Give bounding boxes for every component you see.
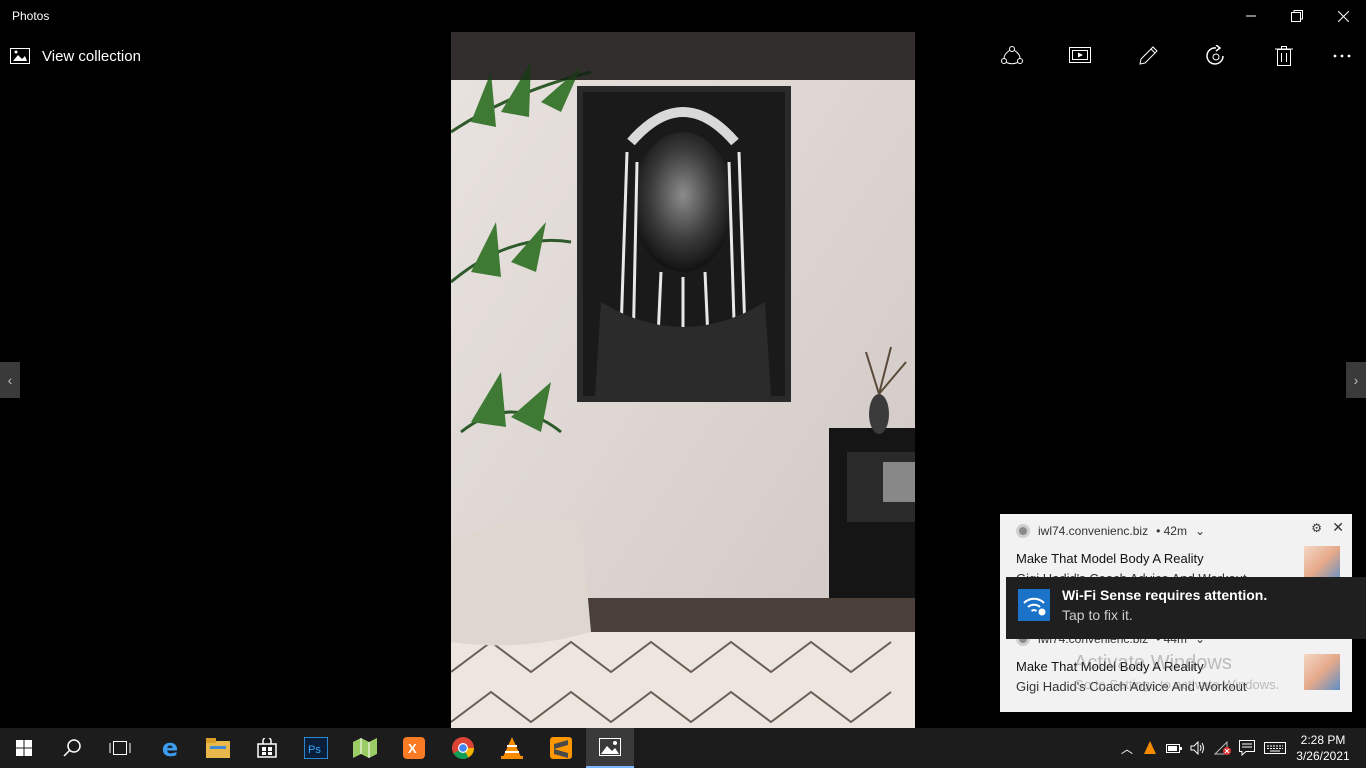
battery-icon (1166, 744, 1182, 753)
network-button[interactable] (1212, 728, 1234, 768)
restore-icon (1291, 10, 1303, 22)
restore-button[interactable] (1274, 0, 1320, 32)
start-icon (16, 740, 32, 756)
view-collection-button[interactable]: View collection (10, 36, 141, 76)
sublime-button[interactable] (537, 728, 585, 768)
store-button[interactable] (243, 728, 291, 768)
vlc-tray-icon (1144, 741, 1156, 754)
edit-button[interactable] (1128, 36, 1168, 76)
rotate-button[interactable] (1196, 36, 1236, 76)
slideshow-button[interactable] (1060, 36, 1100, 76)
more-button[interactable] (1322, 36, 1362, 76)
minimize-icon (1246, 15, 1256, 17)
tray-vlc-button[interactable] (1140, 728, 1160, 768)
delete-icon (1275, 46, 1293, 66)
app-title: Photos (12, 9, 50, 23)
volume-icon (1190, 741, 1204, 755)
wifi-sense-toast[interactable]: Wi-Fi Sense requires attention. Tap to f… (1006, 577, 1366, 639)
share-icon (1001, 46, 1023, 65)
wifi-toast-title: Wi-Fi Sense requires attention. (1062, 587, 1268, 603)
notification-icon (1239, 740, 1255, 756)
minimize-button[interactable] (1228, 0, 1274, 32)
file-explorer-icon (206, 738, 230, 758)
notification-source-row: iwl74.convenienc.biz • 42m ⌄ (1016, 524, 1205, 538)
photos-taskbar-button[interactable] (586, 728, 634, 768)
action-center-button[interactable] (1236, 728, 1258, 768)
task-view-button[interactable] (96, 728, 144, 768)
share-button[interactable] (992, 36, 1032, 76)
sublime-icon (550, 737, 572, 759)
notification-headline: Make That Model Body A Reality (1016, 551, 1204, 566)
notification-source: iwl74.convenienc.biz (1038, 524, 1149, 538)
svg-text:Ps: Ps (308, 744, 321, 756)
more-icon (1333, 54, 1351, 58)
touch-keyboard-button[interactable] (1262, 728, 1288, 768)
clock-date: 3/26/2021 (1296, 749, 1350, 763)
vlc-icon (501, 737, 523, 759)
edit-icon (1139, 46, 1158, 65)
close-icon (1337, 10, 1349, 22)
wifi-toast-subtitle: Tap to fix it. (1062, 607, 1133, 623)
maps-button[interactable] (341, 728, 389, 768)
xampp-button[interactable]: X (390, 728, 438, 768)
chevron-up-icon: ︿ (1120, 741, 1133, 756)
activation-watermark-subtitle: Go to Settings to activate Windows. (1074, 677, 1280, 692)
wifi-icon (1018, 589, 1050, 621)
chevron-down-icon[interactable]: ⌄ (1195, 524, 1205, 538)
xampp-icon: X (403, 737, 425, 759)
close-button[interactable] (1320, 0, 1366, 32)
collection-icon (10, 48, 30, 64)
displayed-photo (451, 32, 915, 728)
next-photo-button[interactable]: › (1346, 362, 1366, 398)
settings-gear-icon[interactable]: ⚙ (1311, 521, 1322, 535)
edge-icon: e (161, 734, 179, 762)
chrome-icon (452, 737, 474, 759)
activation-watermark-title: Activate Windows (1074, 652, 1232, 674)
search-icon (63, 739, 81, 757)
battery-button[interactable] (1164, 728, 1184, 768)
store-icon (257, 738, 277, 758)
search-button[interactable] (48, 728, 96, 768)
notification-age: • 42m (1156, 524, 1187, 538)
task-view-icon (109, 741, 131, 755)
network-no-internet-icon (1214, 741, 1231, 755)
keyboard-icon (1264, 742, 1286, 754)
chrome-button[interactable] (439, 728, 487, 768)
photoshop-button[interactable]: Ps (292, 728, 340, 768)
slideshow-icon (1069, 47, 1091, 63)
svg-text:X: X (408, 741, 417, 756)
maps-icon (353, 738, 377, 758)
chrome-icon (1016, 524, 1030, 538)
volume-button[interactable] (1188, 728, 1208, 768)
system-clock[interactable]: 2:28 PM 3/26/2021 (1288, 732, 1358, 764)
file-explorer-button[interactable] (194, 728, 242, 768)
chevron-left-icon: ‹ (7, 372, 13, 388)
view-collection-label: View collection (42, 47, 141, 65)
title-bar: Photos (0, 0, 1366, 32)
edge-button[interactable]: e (146, 728, 194, 768)
photos-icon (599, 738, 621, 756)
rotate-icon (1206, 45, 1224, 65)
show-hidden-icons-button[interactable]: ︿ (1118, 728, 1136, 768)
taskbar: e Ps X ︿ 2:28 PM 3/26/2021 (0, 728, 1366, 768)
delete-button[interactable] (1264, 36, 1304, 76)
chevron-right-icon: › (1353, 372, 1359, 388)
start-button[interactable] (0, 728, 48, 768)
close-icon[interactable]: ✕ (1332, 519, 1344, 536)
photos-app: Photos View collection ‹ › iwl74.conveni… (0, 0, 1366, 728)
clock-time: 2:28 PM (1300, 733, 1346, 747)
vlc-button[interactable] (488, 728, 536, 768)
notification-thumbnail (1304, 654, 1340, 690)
previous-photo-button[interactable]: ‹ (0, 362, 20, 398)
photoshop-icon: Ps (304, 737, 328, 759)
